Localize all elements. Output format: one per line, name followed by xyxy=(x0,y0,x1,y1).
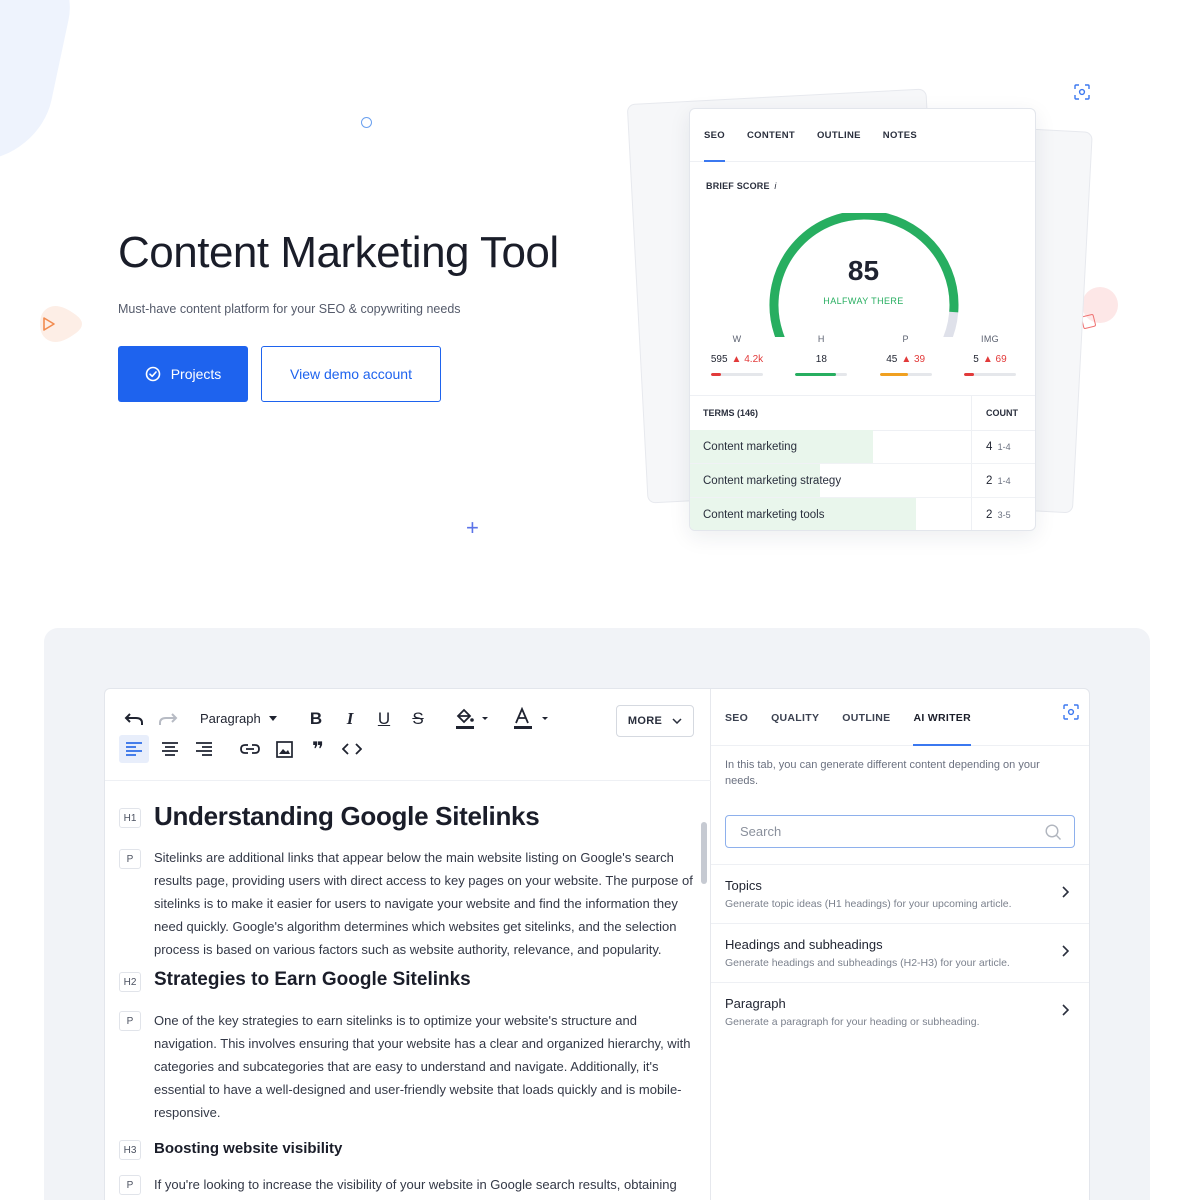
editor-scrollbar[interactable] xyxy=(701,822,707,884)
tab-seo[interactable]: SEO xyxy=(725,689,748,746)
code-icon[interactable] xyxy=(337,735,367,763)
search-box[interactable] xyxy=(725,815,1075,848)
editor-toolbar: Paragraph B I U S MORE ❞ xyxy=(105,689,711,781)
more-dropdown[interactable]: MORE xyxy=(616,705,694,737)
panel-tabs: SEO QUALITY OUTLINE AI WRITER xyxy=(711,689,1089,746)
check-circle-icon xyxy=(145,366,161,382)
block-type-dropdown[interactable]: Paragraph xyxy=(200,711,277,726)
tab-outline[interactable]: OUTLINE xyxy=(842,689,890,746)
strikethrough-icon[interactable]: S xyxy=(407,708,429,730)
chevron-right-icon xyxy=(1062,1004,1069,1016)
brief-score-label: BRIEF SCORE i xyxy=(706,181,777,191)
scan-icon[interactable] xyxy=(1073,83,1091,101)
terms-table-header: TERMS (146) COUNT xyxy=(690,395,1035,431)
decorative-circle xyxy=(361,117,372,128)
search-input[interactable] xyxy=(740,824,1030,839)
terms-column-header[interactable]: TERMS (146) xyxy=(690,396,972,430)
chevron-right-icon xyxy=(1062,945,1069,957)
block-tag[interactable]: H1 xyxy=(119,808,141,828)
decorative-blob xyxy=(0,0,82,160)
metric-paragraphs: P 45 ▲ 39 xyxy=(875,334,937,376)
brief-score-value: 85 xyxy=(847,255,880,286)
projects-button-label: Projects xyxy=(170,366,222,382)
metric-progress-bar xyxy=(795,373,848,376)
term-row[interactable]: Content marketing tools 2 3-5 xyxy=(690,498,1035,530)
ai-option-topics[interactable]: Topics Generate topic ideas (H1 headings… xyxy=(711,864,1089,922)
paragraph-text[interactable]: Sitelinks are additional links that appe… xyxy=(154,846,699,961)
projects-button[interactable]: Projects xyxy=(118,346,248,402)
metric-images: IMG 5 ▲ 69 xyxy=(959,334,1021,376)
metric-progress-bar xyxy=(963,373,1016,376)
ai-option-paragraph[interactable]: Paragraph Generate a paragraph for your … xyxy=(711,982,1089,1040)
tab-seo[interactable]: SEO xyxy=(704,109,725,162)
block-tag[interactable]: P xyxy=(119,1175,141,1195)
scan-icon[interactable] xyxy=(1062,703,1080,721)
seo-card-tabs: SEO CONTENT OUTLINE NOTES xyxy=(690,109,1035,162)
block-tag[interactable]: P xyxy=(119,1011,141,1031)
tab-quality[interactable]: QUALITY xyxy=(771,689,819,746)
tab-content[interactable]: CONTENT xyxy=(747,109,795,162)
term-row[interactable]: Content marketing strategy 2 1-4 xyxy=(690,464,1035,498)
brief-score-caption: HALFWAY THERE xyxy=(823,296,904,306)
paragraph-text[interactable]: One of the key strategies to earn siteli… xyxy=(154,1009,699,1124)
fill-color-icon[interactable] xyxy=(451,706,491,732)
chevron-down-icon xyxy=(268,716,277,721)
search-icon xyxy=(1045,824,1061,840)
ai-writer-panel: SEO QUALITY OUTLINE AI WRITER In this ta… xyxy=(711,689,1089,1200)
block-tag[interactable]: H2 xyxy=(119,972,141,992)
metrics-row: W 595 ▲ 4.2k H 18 P 45 ▲ 39 IMG 5 ▲ 69 xyxy=(706,334,1021,376)
content-editor: Paragraph B I U S MORE ❞ H1 Understandin… xyxy=(104,688,1090,1200)
hero-title: Content Marketing Tool xyxy=(118,228,559,277)
metric-words: W 595 ▲ 4.2k xyxy=(706,334,768,376)
align-right-icon[interactable] xyxy=(189,735,219,763)
h3-heading[interactable]: Boosting website visibility xyxy=(154,1140,699,1157)
editor-main: Paragraph B I U S MORE ❞ H1 Understandin… xyxy=(105,689,711,1200)
term-row[interactable]: Content marketing 4 1-4 xyxy=(690,430,1035,464)
tab-outline[interactable]: OUTLINE xyxy=(817,109,861,162)
undo-icon[interactable] xyxy=(123,709,145,731)
align-center-icon[interactable] xyxy=(155,735,185,763)
block-tag[interactable]: H3 xyxy=(119,1140,141,1160)
quote-icon[interactable]: ❞ xyxy=(303,735,333,763)
count-column-header[interactable]: COUNT xyxy=(972,408,1018,418)
ai-option-headings[interactable]: Headings and subheadings Generate headin… xyxy=(711,923,1089,981)
h2-heading[interactable]: Strategies to Earn Google Sitelinks xyxy=(154,969,699,991)
hero-subtitle: Must-have content platform for your SEO … xyxy=(118,302,461,316)
decorative-play-icon xyxy=(40,306,82,342)
view-demo-button[interactable]: View demo account xyxy=(261,346,441,402)
info-icon[interactable]: i xyxy=(774,181,776,191)
redo-icon[interactable] xyxy=(157,709,179,731)
underline-icon[interactable]: U xyxy=(373,708,395,730)
align-left-icon[interactable] xyxy=(119,735,149,763)
tab-ai-writer[interactable]: AI WRITER xyxy=(913,689,971,746)
metric-progress-bar xyxy=(711,373,763,376)
metric-headings: H 18 xyxy=(790,334,852,376)
metric-progress-bar xyxy=(879,373,932,376)
text-color-icon[interactable] xyxy=(509,706,553,732)
seo-brief-card: SEO CONTENT OUTLINE NOTES BRIEF SCORE i … xyxy=(689,108,1036,531)
bold-icon[interactable]: B xyxy=(305,708,327,730)
decorative-plus-icon: + xyxy=(466,515,479,540)
italic-icon[interactable]: I xyxy=(339,708,361,730)
chevron-down-icon xyxy=(672,718,682,724)
h1-heading[interactable]: Understanding Google Sitelinks xyxy=(154,801,699,832)
chevron-right-icon xyxy=(1062,886,1069,898)
panel-description: In this tab, you can generate different … xyxy=(725,759,1040,787)
paragraph-text[interactable]: If you're looking to increase the visibi… xyxy=(154,1173,699,1196)
tab-notes[interactable]: NOTES xyxy=(883,109,917,162)
image-icon[interactable] xyxy=(269,735,299,763)
link-icon[interactable] xyxy=(235,735,265,763)
block-tag[interactable]: P xyxy=(119,849,141,869)
